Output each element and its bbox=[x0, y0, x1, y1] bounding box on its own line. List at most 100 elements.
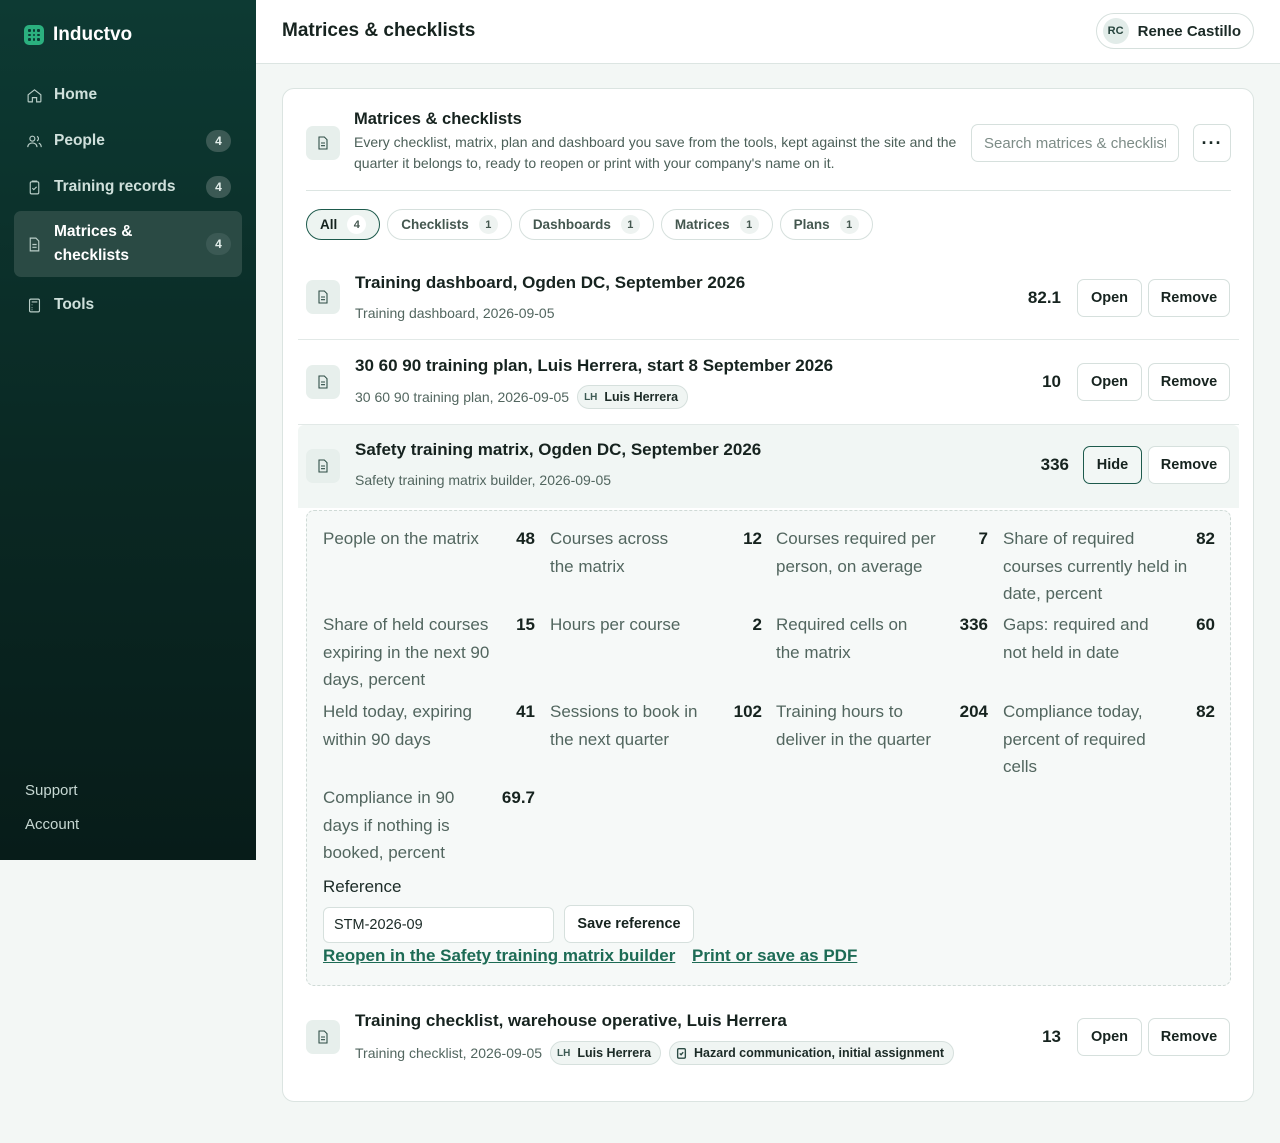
item-meta: Safety training matrix builder, 2026-09-… bbox=[355, 472, 611, 488]
sidebar-item-home[interactable]: Home bbox=[14, 73, 242, 117]
course-chip[interactable]: Hazard communication, initial assignment bbox=[669, 1041, 955, 1065]
stat-sessions: Sessions to book in the next quarter 102 bbox=[550, 698, 762, 753]
document-icon bbox=[306, 449, 340, 483]
filter-count: 1 bbox=[620, 215, 640, 234]
home-icon bbox=[25, 86, 43, 104]
reopen-builder-link[interactable]: Reopen in the Safety training matrix bui… bbox=[323, 946, 675, 966]
stat-people: People on the matrix 48 bbox=[323, 525, 535, 553]
remove-button[interactable]: Remove bbox=[1148, 279, 1230, 317]
chip-label: Luis Herrera bbox=[604, 390, 679, 404]
stat-value: 41 bbox=[516, 702, 535, 721]
item-value: 336 bbox=[1040, 455, 1069, 474]
reference-input[interactable] bbox=[323, 907, 554, 943]
item-meta: 30 60 90 training plan, 2026-09-05 LH Lu… bbox=[355, 385, 689, 409]
filter-checklists[interactable]: Checklists 1 bbox=[387, 209, 512, 240]
stat-value: 15 bbox=[516, 615, 535, 634]
top-header: Matrices & checklists RC Renee Castillo bbox=[256, 0, 1280, 64]
item-meta: Training checklist, 2026-09-05 LH Luis H… bbox=[355, 1041, 955, 1065]
stat-required-cells: Required cells on the matrix 336 bbox=[776, 611, 988, 666]
avatar: LH bbox=[557, 1047, 571, 1059]
filter-count: 1 bbox=[739, 215, 759, 234]
stat-value: 2 bbox=[752, 615, 762, 634]
stat-label: Share of required courses currently held… bbox=[1003, 529, 1188, 603]
person-chip[interactable]: LH Luis Herrera bbox=[550, 1041, 662, 1065]
clipboard-check-icon bbox=[676, 1048, 687, 1059]
item-meta: Training dashboard, 2026-09-05 bbox=[355, 305, 555, 321]
stat-value: 82 bbox=[1196, 529, 1215, 548]
sidebar-item-label: People bbox=[54, 132, 105, 149]
item-subtitle: 30 60 90 training plan, 2026-09-05 bbox=[355, 389, 570, 405]
calculator-icon bbox=[25, 296, 43, 314]
stat-value: 336 bbox=[959, 615, 988, 634]
list-item-expanded: Safety training matrix, Ogden DC, Septem… bbox=[298, 425, 1239, 508]
item-title: 30 60 90 training plan, Luis Herrera, st… bbox=[355, 356, 834, 375]
document-icon bbox=[25, 235, 43, 253]
sidebar-footer: Support Account bbox=[25, 782, 79, 850]
item-title: Training dashboard, Ogden DC, September … bbox=[355, 273, 746, 292]
filter-matrices[interactable]: Matrices 1 bbox=[660, 209, 773, 240]
stat-label: Courses required per person, on average bbox=[776, 529, 936, 576]
stat-value: 69.7 bbox=[501, 788, 535, 807]
stat-value: 60 bbox=[1196, 615, 1215, 634]
filter-all[interactable]: All 4 bbox=[306, 209, 381, 240]
filter-plans[interactable]: Plans 1 bbox=[779, 209, 873, 240]
remove-button[interactable]: Remove bbox=[1148, 446, 1230, 484]
list-item: Training checklist, warehouse operative,… bbox=[298, 994, 1239, 1082]
item-value: 10 bbox=[1042, 372, 1061, 391]
filter-label: Dashboards bbox=[532, 217, 611, 232]
stat-label: People on the matrix bbox=[323, 529, 479, 548]
card-description: Every checklist, matrix, plan and dashbo… bbox=[354, 134, 957, 171]
remove-button[interactable]: Remove bbox=[1148, 363, 1230, 401]
brand-name: Inductvo bbox=[53, 24, 133, 45]
brand[interactable]: Inductvo bbox=[24, 24, 132, 46]
open-button[interactable]: Open bbox=[1077, 279, 1142, 317]
sidebar-nav: Home People 4 Training records 4 Matrice… bbox=[14, 73, 242, 329]
chip-label: Luis Herrera bbox=[577, 1046, 652, 1060]
filter-label: All bbox=[320, 217, 338, 232]
sidebar-item-tools[interactable]: Tools bbox=[14, 283, 242, 327]
sidebar-item-training-records[interactable]: Training records 4 bbox=[14, 165, 242, 209]
stat-label: Courses across the matrix bbox=[550, 529, 669, 576]
matrices-card: Matrices & checklists Every checklist, m… bbox=[282, 88, 1254, 1102]
stat-held-expiring: Held today, expiring within 90 days 41 bbox=[323, 698, 535, 753]
stat-value: 102 bbox=[733, 702, 762, 721]
card-title: Matrices & checklists bbox=[354, 110, 522, 128]
count-badge: 4 bbox=[206, 233, 231, 255]
stat-training-hours: Training hours to deliver in the quarter… bbox=[776, 698, 988, 753]
hide-button[interactable]: Hide bbox=[1083, 446, 1142, 484]
stat-label: Gaps: required and not held in date bbox=[1003, 615, 1149, 662]
filter-tabs: All 4 Checklists 1 Dashboards 1 Matrices… bbox=[306, 209, 873, 240]
more-options-button[interactable]: ··· bbox=[1193, 124, 1231, 162]
save-reference-button[interactable]: Save reference bbox=[564, 905, 694, 943]
remove-button[interactable]: Remove bbox=[1148, 1018, 1230, 1056]
stat-share-expiring: Share of held courses expiring in the ne… bbox=[323, 611, 535, 694]
sidebar-item-people[interactable]: People 4 bbox=[14, 119, 242, 163]
filter-count: 4 bbox=[347, 215, 367, 234]
open-button[interactable]: Open bbox=[1077, 1018, 1142, 1056]
person-chip[interactable]: LH Luis Herrera bbox=[577, 385, 689, 409]
page-title: Matrices & checklists bbox=[282, 20, 476, 41]
filter-count: 1 bbox=[478, 215, 498, 234]
search-input[interactable] bbox=[971, 124, 1179, 162]
stat-courses: Courses across the matrix 12 bbox=[550, 525, 762, 580]
sidebar-item-label: Home bbox=[54, 86, 98, 103]
stat-value: 204 bbox=[959, 702, 988, 721]
stat-share-held: Share of required courses currently held… bbox=[1003, 525, 1215, 608]
filter-dashboards[interactable]: Dashboards 1 bbox=[518, 209, 654, 240]
item-subtitle: Training dashboard, 2026-09-05 bbox=[355, 305, 555, 321]
sidebar-item-matrices-checklists[interactable]: Matrices & checklists 4 bbox=[14, 211, 242, 277]
avatar: LH bbox=[584, 391, 598, 403]
user-name: Renee Castillo bbox=[1137, 22, 1241, 40]
user-menu[interactable]: RC Renee Castillo bbox=[1095, 13, 1254, 49]
stat-label: Compliance today, percent of required ce… bbox=[1003, 702, 1146, 776]
account-link[interactable]: Account bbox=[25, 816, 79, 833]
document-icon bbox=[306, 1020, 340, 1054]
support-link[interactable]: Support bbox=[25, 782, 79, 799]
item-value: 82.1 bbox=[1027, 288, 1061, 307]
stat-label: Required cells on the matrix bbox=[776, 615, 908, 662]
item-title: Training checklist, warehouse operative,… bbox=[355, 1011, 787, 1030]
print-pdf-link[interactable]: Print or save as PDF bbox=[692, 946, 857, 966]
stat-label: Sessions to book in the next quarter bbox=[550, 702, 698, 749]
matrix-detail-panel: People on the matrix 48 Courses across th… bbox=[306, 510, 1231, 986]
open-button[interactable]: Open bbox=[1077, 363, 1142, 401]
